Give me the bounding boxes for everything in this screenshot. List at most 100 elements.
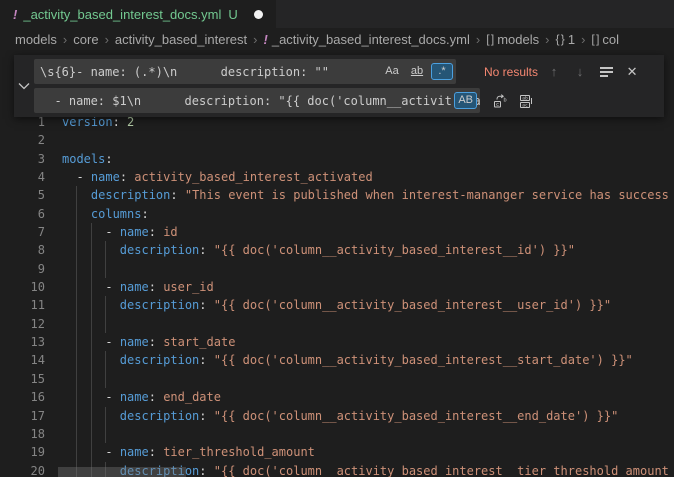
indent-guide — [105, 351, 106, 369]
indent-guide — [91, 443, 92, 461]
indent-guide — [76, 315, 77, 333]
code-line[interactable]: 6 columns: — [0, 205, 674, 223]
indent-guide — [76, 205, 77, 223]
indent-guide — [91, 388, 92, 406]
code-line[interactable]: 2 — [0, 131, 674, 149]
code-line[interactable]: 17 description: "{{ doc('column__activit… — [0, 407, 674, 425]
replace-input-value: - name: $1\n description: "{{ doc('colum… — [34, 94, 480, 108]
line-number: 8 — [0, 241, 62, 259]
replace-input[interactable]: - name: $1\n description: "{{ doc('colum… — [34, 88, 480, 113]
replace-icon: c b — [492, 93, 508, 109]
line-number: 3 — [0, 150, 62, 168]
line-number: 10 — [0, 278, 62, 296]
breadcrumb-separator: › — [545, 32, 549, 47]
git-untracked-badge: U — [228, 7, 237, 22]
indent-guide — [76, 186, 77, 204]
indent-guide — [76, 443, 77, 461]
indent-guide — [91, 333, 92, 351]
code-line[interactable]: 9 — [0, 260, 674, 278]
line-number: 19 — [0, 443, 62, 461]
symbol-icon: [ ] — [486, 32, 493, 46]
replace-all-icon: ab ac — [518, 93, 534, 109]
code-line[interactable]: 13 - name: start_date — [0, 333, 674, 351]
breadcrumb-item-activity_based_interest[interactable]: activity_based_interest — [115, 32, 247, 47]
indent-guide — [76, 388, 77, 406]
code-line[interactable]: 4 - name: activity_based_interest_activa… — [0, 168, 674, 186]
horizontal-scrollbar[interactable] — [58, 467, 186, 477]
line-number: 16 — [0, 388, 62, 406]
replace-button[interactable]: c b — [490, 91, 510, 111]
yaml-problem-icon: ! — [13, 7, 17, 22]
breadcrumb-label: 1 — [568, 32, 575, 47]
code-line[interactable]: 5 description: "This event is published … — [0, 186, 674, 204]
breadcrumb-separator: › — [581, 32, 585, 47]
code-line[interactable]: 3models: — [0, 150, 674, 168]
tab-activity-based-interest-docs[interactable]: ! _activity_based_interest_docs.yml U — [0, 0, 276, 28]
code-line[interactable]: 7 - name: id — [0, 223, 674, 241]
replace-row: - name: $1\n description: "{{ doc('colum… — [34, 88, 660, 113]
line-number: 12 — [0, 315, 62, 333]
indent-guide — [76, 278, 77, 296]
editor[interactable]: 1version: 223models:4 - name: activity_b… — [0, 50, 674, 477]
code-line[interactable]: 19 - name: tier_threshold_amount — [0, 443, 674, 461]
breadcrumb-item-models[interactable]: models — [15, 32, 57, 47]
find-row: \s{6}- name: (.*)\n description: "" Aa a… — [34, 59, 660, 84]
indent-guide — [91, 370, 92, 388]
code-line[interactable]: 12 — [0, 315, 674, 333]
toggle-replace-button[interactable] — [14, 59, 34, 113]
indent-guide — [91, 296, 92, 314]
indent-guide — [105, 260, 106, 278]
breadcrumb-item-1[interactable]: { } 1 — [555, 32, 575, 47]
breadcrumb-label: models — [497, 32, 539, 47]
indent-guide — [91, 260, 92, 278]
find-input-value: \s{6}- name: (.*)\n description: "" — [34, 65, 329, 79]
code-line[interactable]: 11 description: "{{ doc('column__activit… — [0, 296, 674, 314]
indent-guide — [76, 370, 77, 388]
breadcrumb-separator: › — [476, 32, 480, 47]
indent-guide — [105, 425, 106, 443]
breadcrumb-label: activity_based_interest — [115, 32, 247, 47]
indent-guide — [91, 351, 92, 369]
indent-guide — [91, 315, 92, 333]
find-input[interactable]: \s{6}- name: (.*)\n description: "" Aa a… — [34, 59, 456, 84]
svg-text:c: c — [496, 102, 499, 108]
close-button[interactable]: ✕ — [622, 62, 642, 82]
next-match-button[interactable]: ↓ — [570, 62, 590, 82]
line-number: 2 — [0, 131, 62, 149]
whole-word-button[interactable]: ab — [406, 63, 428, 80]
indent-guide — [105, 315, 106, 333]
code-line[interactable]: 10 - name: user_id — [0, 278, 674, 296]
regex-button[interactable]: .* — [431, 63, 453, 80]
modified-dot-icon[interactable] — [254, 10, 263, 19]
find-in-selection-button[interactable] — [596, 62, 616, 82]
line-number: 7 — [0, 223, 62, 241]
indent-guide — [76, 223, 77, 241]
replace-all-button[interactable]: ab ac — [516, 91, 536, 111]
line-number: 4 — [0, 168, 62, 186]
preserve-case-button[interactable]: AB — [454, 92, 477, 109]
breadcrumb-item-col[interactable]: [ ]col — [591, 32, 619, 47]
symbol-icon: { } — [555, 32, 563, 46]
symbol-icon: [ ] — [591, 32, 598, 46]
breadcrumb-item-models[interactable]: [ ] models — [486, 32, 539, 47]
indent-guide — [91, 223, 92, 241]
code-line[interactable]: 14 description: "{{ doc('column__activit… — [0, 351, 674, 369]
breadcrumb-item-core[interactable]: core — [73, 32, 98, 47]
line-number: 15 — [0, 370, 62, 388]
breadcrumb-label: models — [15, 32, 57, 47]
code-line[interactable]: 15 — [0, 370, 674, 388]
breadcrumb-item-_activity_based_interest_docs.yml[interactable]: !_activity_based_interest_docs.yml — [264, 32, 470, 47]
code-line[interactable]: 8 description: "{{ doc('column__activity… — [0, 241, 674, 259]
chevron-down-icon — [16, 78, 32, 94]
line-number: 13 — [0, 333, 62, 351]
line-number: 18 — [0, 425, 62, 443]
breadcrumb-label: _activity_based_interest_docs.yml — [272, 32, 470, 47]
find-replace-widget: \s{6}- name: (.*)\n description: "" Aa a… — [14, 55, 664, 117]
indent-guide — [91, 407, 92, 425]
code-line[interactable]: 18 — [0, 425, 674, 443]
match-case-button[interactable]: Aa — [381, 63, 403, 80]
indent-guide — [76, 425, 77, 443]
previous-match-button[interactable]: ↑ — [544, 62, 564, 82]
selection-icon — [600, 67, 613, 77]
code-line[interactable]: 16 - name: end_date — [0, 388, 674, 406]
